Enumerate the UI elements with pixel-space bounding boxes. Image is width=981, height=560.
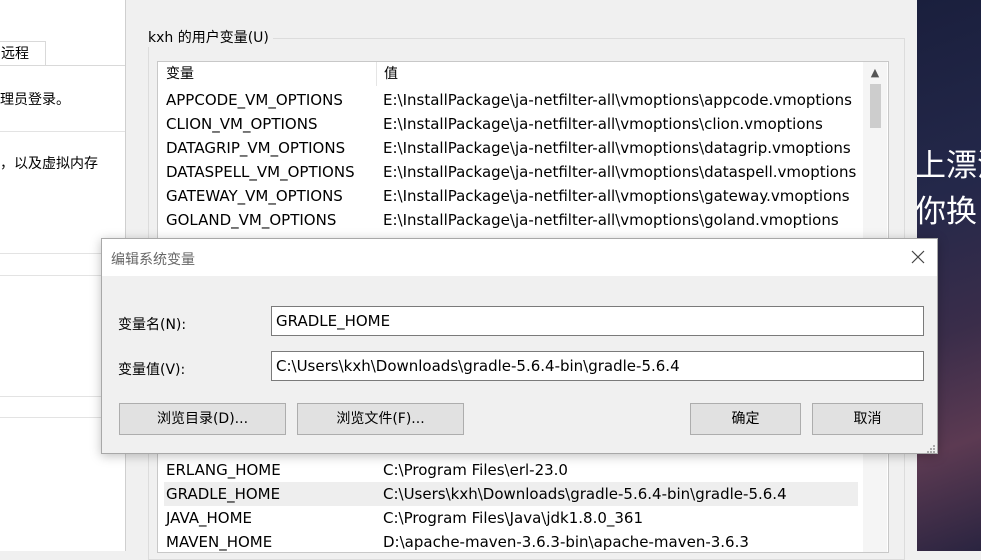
dialog-title: 编辑系统变量 [111, 252, 195, 268]
close-icon[interactable] [908, 247, 928, 267]
tab-remote[interactable]: 远程 [0, 41, 46, 66]
variable-value-label: 变量值(V): [118, 362, 186, 378]
table-row[interactable]: DATAGRIP_VM_OPTIONS E:\InstallPackage\ja-… [164, 136, 858, 160]
browse-directory-button[interactable]: 浏览目录(D)... [119, 403, 286, 435]
table-row[interactable]: CLION_VM_OPTIONS E:\InstallPackage\ja-net… [164, 112, 858, 136]
scroll-up-arrow-icon[interactable]: ▲ [863, 62, 887, 84]
resize-grip-icon[interactable] [924, 439, 936, 453]
table-row-selected[interactable]: GRADLE_HOME C:\Users\kxh\Downloads\gradle… [164, 482, 858, 506]
section-divider [0, 131, 125, 132]
cancel-button[interactable]: 取消 [812, 403, 923, 435]
browse-file-button[interactable]: 浏览文件(F)... [297, 403, 464, 435]
scroll-thumb[interactable] [870, 84, 881, 128]
table-row[interactable]: JAVA_HOME C:\Program Files\Java\jdk1.8.0_… [164, 506, 858, 530]
table-row[interactable]: DATASPELL_VM_OPTIONS E:\InstallPackage\ja… [164, 160, 858, 184]
dialog-titlebar[interactable]: 编辑系统变量 [102, 239, 937, 276]
variable-name-input[interactable]: GRADLE_HOME [271, 306, 924, 336]
variable-value-input[interactable]: C:\Users\kxh\Downloads\gradle-5.6.4-bin\… [271, 351, 924, 381]
wallpaper-text: 上漂流 [917, 148, 981, 184]
perf-note-text: ，以及虚拟内存 [0, 156, 98, 172]
column-header-value[interactable]: 值 [376, 62, 856, 86]
variable-name-label: 变量名(N): [118, 317, 187, 333]
wallpaper-text: 你换 [917, 194, 977, 230]
table-row[interactable]: MAVEN_HOME D:\apache-maven-3.6.3-bin\apac… [164, 530, 858, 552]
edit-system-variable-dialog: 编辑系统变量 变量名(N): GRADLE_HOME 变量值(V): C:\Us… [101, 238, 938, 454]
tab-divider [0, 65, 125, 66]
table-row[interactable]: GOLAND_VM_OPTIONS E:\InstallPackage\ja-ne… [164, 208, 858, 232]
table-row[interactable]: GATEWAY_VM_OPTIONS E:\InstallPackage\ja-n… [164, 184, 858, 208]
tab-remote-label: 远程 [1, 46, 29, 62]
user-variables-title: kxh 的用户变量(U) [148, 27, 273, 47]
table-row[interactable]: ERLANG_HOME C:\Program Files\erl-23.0 [164, 458, 858, 482]
list-header: 变量 值 [158, 62, 858, 86]
table-row[interactable]: APPCODE_VM_OPTIONS E:\InstallPackage\ja-n… [164, 88, 858, 112]
ok-button[interactable]: 确定 [690, 403, 801, 435]
column-header-variable[interactable]: 变量 [158, 62, 376, 86]
admin-note-text: 理员登录。 [0, 92, 70, 108]
